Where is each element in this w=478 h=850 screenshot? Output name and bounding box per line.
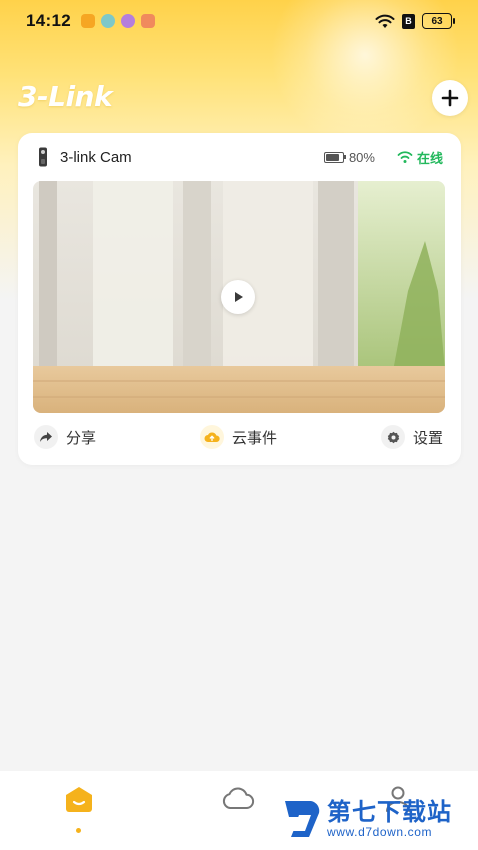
wifi-icon	[375, 14, 395, 28]
device-status-text: 在线	[416, 150, 443, 166]
notification-icon	[140, 14, 155, 28]
notification-icon	[120, 14, 135, 28]
add-device-button[interactable]	[432, 80, 468, 116]
watermark-title: 第七下载站	[327, 798, 452, 826]
cloud-events-label: 云事件	[232, 429, 278, 447]
device-actions: 分享 云事件 设置	[18, 421, 461, 453]
settings-label: 设置	[413, 429, 444, 447]
device-name: 3-link Cam	[60, 148, 132, 166]
app-logo: 3-Link	[18, 80, 113, 113]
notification-icon	[80, 14, 95, 28]
watermark-url: www.d7down.com	[327, 825, 433, 839]
device-battery-text: 80%	[348, 149, 375, 165]
cloud-events-button[interactable]: 云事件	[200, 421, 277, 453]
gear-icon-wrap	[381, 425, 405, 449]
home-icon	[66, 787, 92, 812]
settings-button[interactable]: 设置	[381, 421, 443, 453]
active-tab-indicator	[76, 828, 81, 833]
play-button[interactable]	[221, 280, 255, 314]
nfc-icon: B	[402, 13, 415, 29]
status-bar: 14:12 B 63	[0, 0, 478, 42]
battery-indicator: 63	[422, 13, 455, 29]
device-card[interactable]: 3-link Cam 80% 在线 分享 云事件 设置	[18, 133, 461, 465]
watermark-logo	[285, 801, 320, 837]
watermark: 第七下载站 www.d7down.com	[283, 794, 452, 844]
tab-home[interactable]	[59, 785, 99, 829]
share-icon	[40, 432, 52, 442]
cloud-upload-icon	[204, 432, 220, 442]
device-card-header: 3-link Cam 80% 在线	[18, 133, 461, 181]
cloud-icon	[222, 787, 255, 809]
device-battery: 80%	[323, 149, 375, 165]
status-time: 14:12	[26, 11, 71, 30]
play-icon	[235, 292, 243, 302]
plus-icon	[441, 89, 459, 107]
tab-cloud[interactable]	[218, 785, 258, 829]
wifi-icon	[397, 151, 413, 163]
share-button[interactable]: 分享	[34, 421, 96, 453]
device-status: 在线	[397, 148, 443, 167]
cloud-icon-wrap	[200, 425, 224, 449]
share-icon-wrap	[34, 425, 58, 449]
camera-preview[interactable]	[33, 181, 445, 413]
camera-icon	[39, 147, 47, 167]
gear-icon	[387, 431, 399, 443]
battery-icon	[323, 151, 346, 163]
notification-icon	[100, 14, 115, 28]
share-label: 分享	[66, 429, 97, 447]
